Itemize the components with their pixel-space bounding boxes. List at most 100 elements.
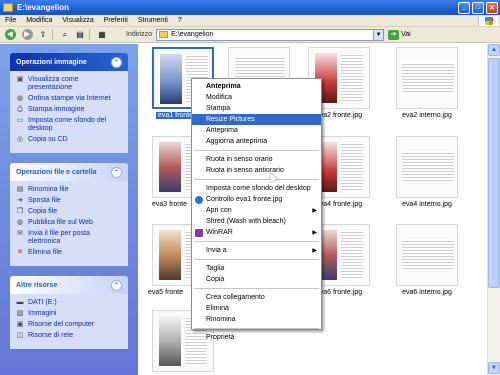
delete-icon: ✕: [17, 249, 23, 256]
menu-item-refresh-thumbnail[interactable]: Aggiorna anteprima: [192, 136, 321, 147]
up-folder-icon[interactable]: ⇧: [37, 29, 49, 40]
menu-item-properties[interactable]: Proprietà: [192, 332, 321, 343]
address-input[interactable]: E:\evangelion: [156, 28, 375, 41]
other-places-header[interactable]: Altre risorse ⌃: [10, 276, 128, 294]
menu-modifica[interactable]: Modifica: [21, 17, 57, 24]
task-slideshow[interactable]: ▣ Visualizza come presentazione: [16, 76, 122, 92]
menu-item-label: Anteprima: [206, 83, 241, 90]
go-label: Vai: [401, 31, 411, 38]
folders-icon[interactable]: ▤: [74, 29, 86, 40]
place-pictures[interactable]: ▧ Immagini: [16, 310, 122, 318]
menu-preferiti[interactable]: Preferiti: [99, 17, 133, 24]
forward-arrow-icon: ▶: [21, 29, 33, 40]
menu-item-preview[interactable]: Anteprima: [192, 81, 321, 92]
network-icon: ◫: [16, 332, 24, 339]
address-dropdown-button[interactable]: ▼: [374, 28, 385, 41]
image-ops-header[interactable]: Operazioni immagine ⌃: [10, 53, 128, 71]
printer-icon: ⎙: [17, 106, 23, 113]
menu-item-label: Anteprima: [206, 127, 238, 134]
menu-item-rotate-cw[interactable]: Ruota in senso orario: [192, 154, 321, 165]
menu-item-open-with[interactable]: Apri con ▶: [192, 205, 321, 216]
menu-item-label: Invia a: [206, 247, 227, 254]
thumbnail[interactable]: [396, 224, 458, 286]
views-icon[interactable]: ▦: [96, 29, 108, 40]
task-print[interactable]: ⎙ Stampa immagine: [16, 106, 122, 114]
menu-item-scan[interactable]: Controllo eva1 fronte.jpg: [192, 194, 321, 205]
scroll-down-button[interactable]: ▼: [488, 362, 500, 374]
image-ops-title: Operazioni immagine: [16, 58, 87, 66]
menu-item-create-shortcut[interactable]: Crea collegamento: [192, 292, 321, 303]
place-my-computer[interactable]: ▣ Risorse del computer: [16, 321, 122, 329]
close-button[interactable]: ✕: [486, 1, 498, 14]
menu-item-print[interactable]: Stampa: [192, 103, 321, 114]
task-label: Stampa immagine: [28, 106, 85, 113]
back-button[interactable]: ◀: [3, 29, 17, 41]
scroll-thumb[interactable]: [488, 58, 500, 288]
menu-item-rename[interactable]: Rinomina: [192, 314, 321, 325]
forward-button[interactable]: ▶: [20, 29, 34, 41]
scroll-up-button[interactable]: ▲: [488, 44, 500, 56]
submenu-arrow-icon: ▶: [312, 208, 317, 214]
task-email[interactable]: ✉ Invia il file per posta elettronica: [16, 230, 122, 246]
winrar-icon: [195, 229, 203, 237]
menu-file[interactable]: File: [0, 17, 21, 24]
task-delete[interactable]: ✕ Elimina file: [16, 249, 122, 257]
menu-item-resize-pictures[interactable]: Resize Pictures: [192, 114, 321, 125]
place-drive-e[interactable]: ▬ DATI (E:): [16, 299, 122, 307]
globe-icon: ◍: [16, 95, 24, 102]
menu-strumenti[interactable]: Strumenti: [133, 17, 173, 24]
task-set-wallpaper[interactable]: ▭ Imposta come sfondo del desktop: [16, 117, 122, 133]
task-label: Invia il file per posta elettronica: [28, 230, 90, 245]
maximize-button[interactable]: □: [472, 1, 484, 14]
menu-item-rotate-ccw[interactable]: Ruota in senso antiorario: [192, 165, 321, 176]
cd-icon: ◎: [16, 136, 24, 143]
copy-icon: ❐: [16, 208, 24, 215]
task-copy[interactable]: ❐ Copia file: [16, 208, 122, 216]
task-move[interactable]: ➜ Sposta file: [16, 197, 122, 205]
other-places-title: Altre risorse: [16, 281, 58, 289]
task-copy-cd[interactable]: ◎ Copia su CD: [16, 136, 122, 144]
file-ops-header[interactable]: Operazioni file e cartella ⌃: [10, 163, 128, 181]
menu-item-shred[interactable]: Shred (Wash with bleach): [192, 216, 321, 227]
collapse-icon[interactable]: ⌃: [111, 166, 122, 178]
task-rename[interactable]: ▤ Rinomina file: [16, 186, 122, 194]
collapse-icon[interactable]: ⌃: [111, 279, 122, 291]
search-icon[interactable]: ⌕: [59, 29, 71, 40]
file-label[interactable]: eva4 interno.jpg: [382, 201, 472, 208]
menu-separator: [194, 288, 319, 289]
menu-item-send-to[interactable]: Invia a ▶: [192, 245, 321, 256]
task-publish-web[interactable]: ◍ Pubblica file sul Web: [16, 219, 122, 227]
thumbnail[interactable]: [396, 136, 458, 198]
menu-item-cut[interactable]: Taglia: [192, 263, 321, 274]
menu-item-label: Stampa: [206, 105, 231, 112]
place-label: DATI (E:): [28, 299, 57, 306]
menu-item-winrar[interactable]: WinRAR ▶: [192, 227, 321, 238]
menu-item-delete[interactable]: Elimina: [192, 303, 321, 314]
file-label[interactable]: eva6 interno.jpg: [382, 289, 472, 296]
place-network[interactable]: ◫ Risorse di rete: [16, 332, 122, 340]
computer-icon: ▣: [16, 321, 24, 328]
menu-item-edit[interactable]: Modifica: [192, 92, 321, 103]
file-label[interactable]: eva2 interno.jpg: [382, 112, 472, 119]
task-label: Elimina file: [28, 249, 62, 256]
menu-item-label: Proprietà: [206, 334, 235, 341]
globe-icon: ◍: [16, 219, 24, 226]
menu-help[interactable]: ?: [173, 17, 187, 24]
menu-item-copy[interactable]: Copia: [192, 274, 321, 285]
folder-icon: [3, 3, 13, 12]
file-label[interactable]: eva3 fronte: [152, 201, 192, 208]
rename-icon: ▤: [16, 186, 24, 193]
thumbnail[interactable]: [396, 47, 458, 109]
task-order-prints[interactable]: ◍ Ordina stampe via Internet: [16, 95, 122, 103]
go-button[interactable]: ➔ Vai: [388, 29, 411, 40]
menu-visualizza[interactable]: Visualizza: [57, 17, 98, 24]
menu-item-preview-2[interactable]: Anteprima: [192, 125, 321, 136]
pictures-folder-icon: ▧: [16, 310, 24, 317]
collapse-icon[interactable]: ⌃: [111, 56, 122, 68]
menu-item-label: Apri con: [206, 207, 232, 214]
minimize-button[interactable]: _: [458, 1, 470, 14]
menu-item-set-wallpaper[interactable]: Imposta come sfondo del desktop: [192, 183, 321, 194]
file-label[interactable]: eva5 fronte: [148, 289, 188, 296]
slideshow-icon: ▣: [16, 76, 24, 83]
vertical-scrollbar[interactable]: ▲ ▼: [487, 44, 500, 375]
